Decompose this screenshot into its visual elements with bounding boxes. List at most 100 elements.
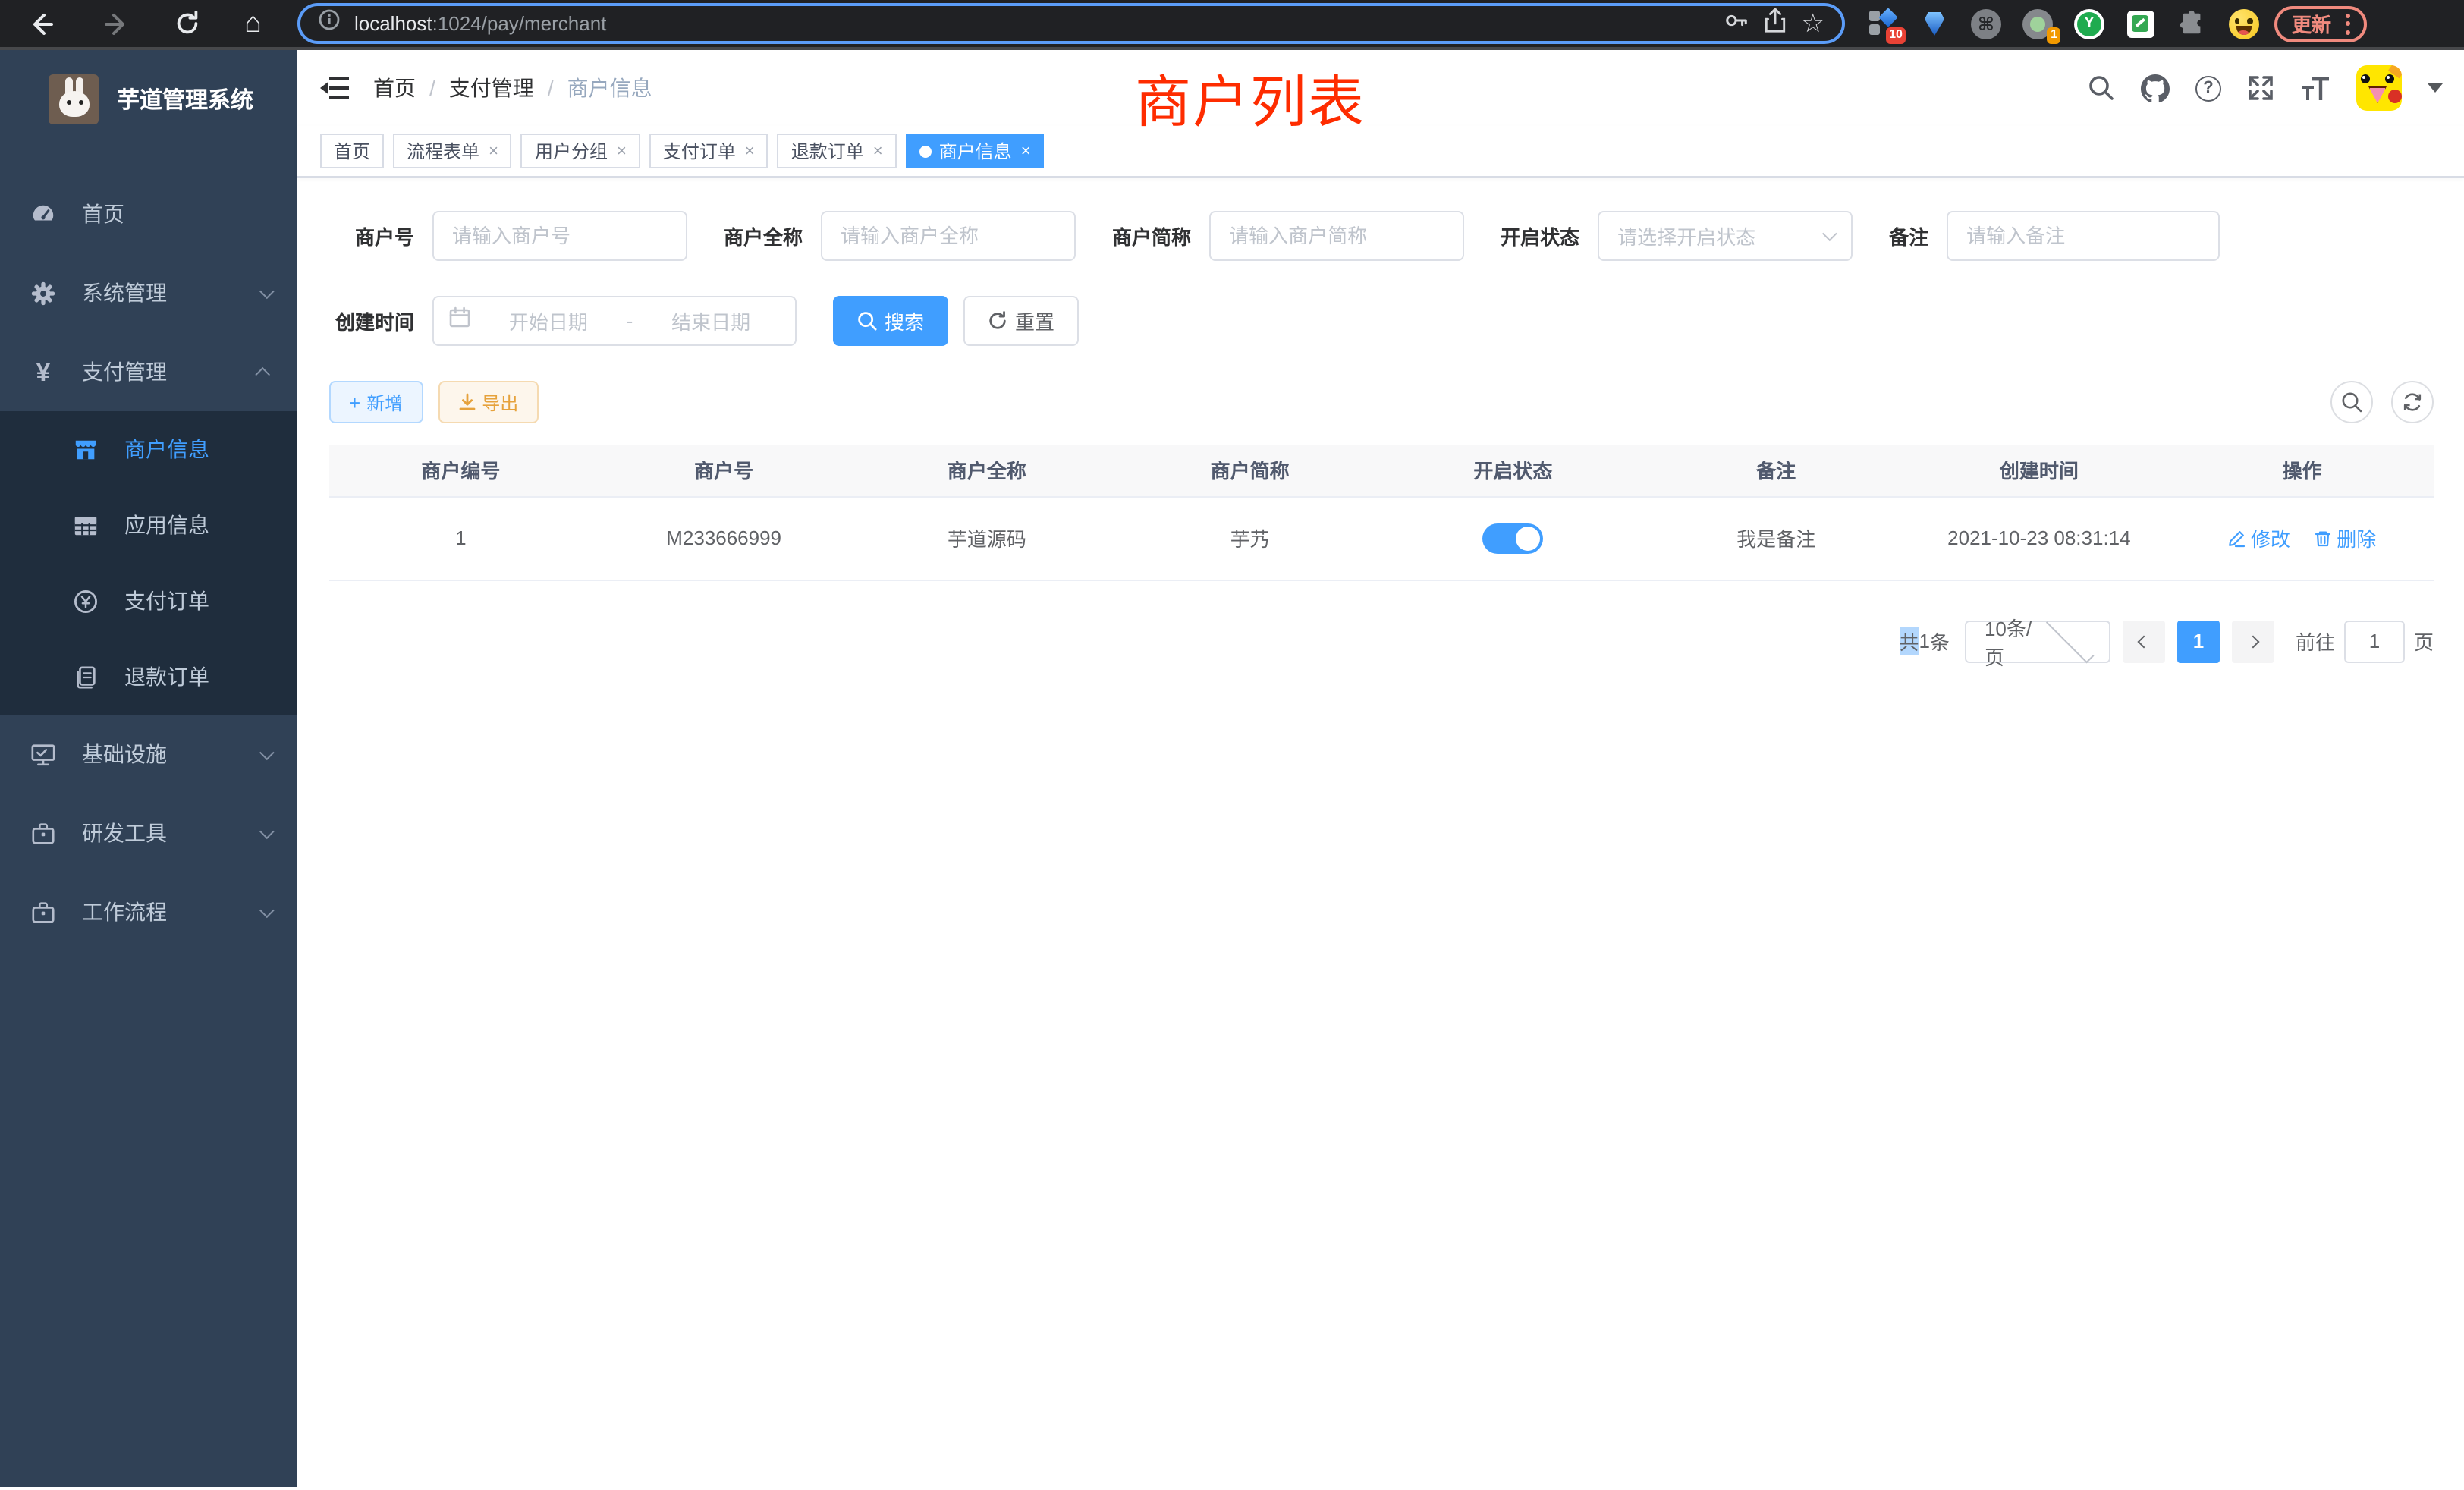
status-select[interactable]: 请选择开启状态 xyxy=(1598,211,1853,261)
edit-button[interactable]: 修改 xyxy=(2228,523,2290,552)
short-name-input[interactable] xyxy=(1209,211,1464,261)
y-extension-icon[interactable]: Y xyxy=(2073,8,2105,39)
sidebar-item-system[interactable]: 系统管理 xyxy=(0,253,297,332)
fullscreen-icon[interactable] xyxy=(2247,74,2274,102)
search-button[interactable]: 搜索 xyxy=(833,296,948,346)
date-start-placeholder: 开始日期 xyxy=(479,306,618,335)
table-row: 1 M233666999 芋道源码 芋艿 我是备注 2021-10-23 08:… xyxy=(329,496,2434,580)
yuan-circle-icon xyxy=(73,588,99,614)
close-icon[interactable]: × xyxy=(1021,142,1031,160)
sidebar-item-infra[interactable]: 基础设施 xyxy=(0,715,297,794)
breadcrumb-pay[interactable]: 支付管理 xyxy=(449,73,534,103)
sidebar-item-workflow[interactable]: 工作流程 xyxy=(0,872,297,951)
emoji-face xyxy=(2229,8,2259,39)
recorder-extension-icon[interactable]: 1 xyxy=(2022,8,2054,39)
refresh-button[interactable] xyxy=(2391,381,2434,423)
sidebar-item-refund-order[interactable]: 退款订单 xyxy=(0,639,297,715)
password-key-icon[interactable] xyxy=(1724,7,1749,40)
prev-page-button[interactable] xyxy=(2123,620,2165,662)
sidebar-item-application[interactable]: 应用信息 xyxy=(0,487,297,563)
reset-button[interactable]: 重置 xyxy=(963,296,1079,346)
sidebar-item-merchant[interactable]: 商户信息 xyxy=(0,411,297,487)
export-button[interactable]: 导出 xyxy=(438,381,538,423)
sidebar-toggle-icon[interactable] xyxy=(320,76,349,100)
tab-user-group[interactable]: 用户分组 × xyxy=(521,134,640,168)
back-icon[interactable] xyxy=(27,8,58,39)
next-page-button[interactable] xyxy=(2232,620,2274,662)
column-header: 商户全称 xyxy=(856,445,1119,496)
search-icon[interactable] xyxy=(2088,74,2115,102)
hide-search-button[interactable] xyxy=(2330,381,2373,423)
add-button-label: 新增 xyxy=(366,389,403,415)
bookmark-star-icon[interactable]: ☆ xyxy=(1801,11,1824,36)
close-icon[interactable]: × xyxy=(617,142,627,160)
full-name-input[interactable] xyxy=(821,211,1076,261)
sidebar-item-pay[interactable]: ¥ 支付管理 xyxy=(0,332,297,411)
sidebar-item-devtools[interactable]: 研发工具 xyxy=(0,794,297,872)
tab-label: 用户分组 xyxy=(535,138,608,164)
filter-remark: 备注 xyxy=(1889,211,2220,261)
goto-page-input[interactable] xyxy=(2344,620,2405,662)
tab-process-form[interactable]: 流程表单× xyxy=(393,134,512,168)
site-info-icon[interactable] xyxy=(319,9,341,38)
reload-icon[interactable] xyxy=(173,9,202,38)
tab-home[interactable]: 首页 xyxy=(320,134,384,168)
user-menu-caret-icon[interactable] xyxy=(2428,83,2443,93)
date-range-picker[interactable]: 开始日期 - 结束日期 xyxy=(432,296,797,346)
total-prefix: 共 xyxy=(1899,627,1919,655)
breadcrumb-home[interactable]: 首页 xyxy=(373,73,416,103)
app-title: 芋道管理系统 xyxy=(117,83,253,115)
filter-create-time: 创建时间 开始日期 - 结束日期 xyxy=(329,296,797,346)
add-button[interactable]: + 新增 xyxy=(329,381,423,423)
close-icon[interactable]: × xyxy=(745,142,755,160)
sidebar-item-label: 系统管理 xyxy=(82,278,259,308)
page-number-1[interactable]: 1 xyxy=(2177,620,2220,662)
cell-merchant-no: M233666999 xyxy=(592,496,856,580)
cell-create-time: 2021-10-23 08:31:14 xyxy=(1908,496,2171,580)
extensions-puzzle-icon[interactable] xyxy=(2176,8,2208,39)
active-dot xyxy=(919,145,932,157)
sidebar-item-home[interactable]: 首页 xyxy=(0,174,297,253)
chat-extension-icon[interactable] xyxy=(2125,8,2157,39)
merchant-no-input[interactable] xyxy=(432,211,687,261)
tab-merchant-info[interactable]: 商户信息× xyxy=(906,134,1045,168)
extension-badge: 1 xyxy=(2047,27,2061,44)
command-extension-icon[interactable]: ⌘ xyxy=(1970,8,2002,39)
extension-badge: 10 xyxy=(1885,27,1906,44)
user-avatar[interactable] xyxy=(2356,65,2402,111)
home-icon[interactable]: ⌂ xyxy=(244,9,262,38)
yuan-icon: ¥ xyxy=(30,359,56,385)
sidebar-logo-row[interactable]: 芋道管理系统 xyxy=(0,50,297,147)
gem-extension-icon[interactable] xyxy=(1919,8,1950,39)
gem-shape xyxy=(1925,11,1944,36)
goto-page: 前往 页 xyxy=(2296,620,2434,662)
forward-icon[interactable] xyxy=(100,8,130,39)
diamond-shape xyxy=(1879,8,1898,27)
close-icon[interactable]: × xyxy=(489,142,498,160)
font-size-icon[interactable] xyxy=(2300,75,2330,101)
emoji-extension-icon[interactable] xyxy=(2228,8,2260,39)
plus-icon: + xyxy=(349,392,360,412)
cell-remark: 我是备注 xyxy=(1645,496,1908,580)
blocks-extension-icon[interactable]: 10 xyxy=(1867,8,1899,39)
short-name-label: 商户简称 xyxy=(1112,222,1191,250)
help-icon[interactable]: ? xyxy=(2195,75,2221,101)
close-icon[interactable]: × xyxy=(873,142,883,160)
tab-pay-order[interactable]: 支付订单× xyxy=(649,134,768,168)
filter-merchant-no: 商户号 xyxy=(329,211,687,261)
date-end-placeholder: 结束日期 xyxy=(642,306,780,335)
remark-input[interactable] xyxy=(1947,211,2220,261)
tab-refund-order[interactable]: 退款订单× xyxy=(778,134,897,168)
sidebar-item-pay-order[interactable]: 支付订单 xyxy=(0,563,297,639)
chevron-left-icon xyxy=(2137,635,2150,648)
share-icon[interactable] xyxy=(1763,7,1787,40)
github-icon[interactable] xyxy=(2141,74,2170,102)
browser-menu-icon[interactable] xyxy=(2345,13,2349,34)
status-toggle[interactable] xyxy=(1482,523,1543,553)
chrome-update-button[interactable]: 更新 xyxy=(2275,5,2366,42)
total-count-text: 共1条 xyxy=(1899,627,1950,655)
page-size-select[interactable]: 10条/页 xyxy=(1965,620,2110,662)
address-bar[interactable]: localhost:1024/pay/merchant ☆ xyxy=(298,3,1846,44)
page-content: 商户号 商户全称 商户简称 开启状态 请选择开启状态 xyxy=(297,178,2464,662)
delete-button[interactable]: 删除 xyxy=(2314,523,2376,552)
